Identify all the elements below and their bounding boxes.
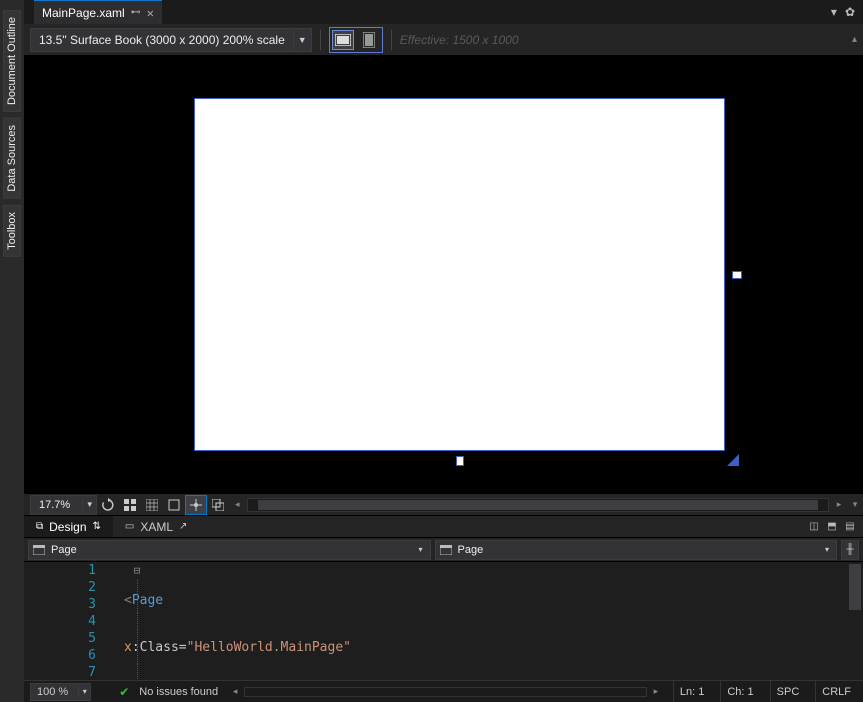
scroll-right-icon[interactable]: ▸ [649,686,663,697]
line-number: 6 [24,647,96,664]
refresh-icon[interactable] [97,495,119,515]
crumb-left[interactable]: Page ▾ [28,540,431,560]
artboard-page[interactable] [194,98,725,451]
horizontal-scrollbar[interactable] [247,498,829,512]
toolbox-tab[interactable]: Toolbox [3,205,21,257]
designer-toolbar: 13.5" Surface Book (3000 x 2000) 200% sc… [24,24,863,56]
close-icon[interactable]: ✕ [147,6,154,20]
xaml-label: XAML [140,520,173,534]
designer-splitter-bar: ⧉ Design ⇅ ▭ XAML ↗ ◫ ⬒ ▤ [24,515,863,538]
gear-icon[interactable]: ✿ [845,5,855,19]
fold-toggle-icon[interactable]: ⊟ [130,562,144,579]
grid-icon[interactable] [119,495,141,515]
zoom-dropdown[interactable]: 17.7% ▼ [30,495,97,515]
xaml-crumb-bar: Page ▾ Page ▾ ╫ [24,538,863,562]
scrollbar-track[interactable] [244,687,647,697]
design-label: Design [49,520,86,534]
separator [320,30,321,50]
design-footer-toolbar: 17.7% ▼ ◂ ▸ ▾ [24,493,863,515]
portrait-button[interactable] [358,30,380,50]
crumb-right-text: Page [454,544,821,556]
code-content[interactable]: <Page x:Class="HelloWorld.MainPage" xmln… [124,562,863,680]
resize-handle-east[interactable] [732,271,742,279]
fold-column: ⊟ [130,562,144,680]
effective-resolution-label: Effective: 1500 x 1000 [400,33,519,47]
resize-handle-south[interactable] [456,456,464,466]
line-number-gutter: 1 2 3 4 5 6 7 [24,562,124,680]
file-tab-title: MainPage.xaml [42,6,125,20]
split-editor-icon[interactable]: ╫ [841,540,859,560]
line-number: 4 [24,613,96,630]
vertical-split-icon[interactable]: ◫ [805,518,823,536]
crumb-right[interactable]: Page ▾ [435,540,838,560]
effects-icon[interactable] [163,495,185,515]
scrollbar-thumb[interactable] [258,500,818,510]
separator [391,30,392,50]
horizontal-split-icon[interactable]: ⬒ [823,518,841,536]
scroll-up-icon[interactable]: ▴ [852,34,857,45]
collapse-pane-icon[interactable]: ▤ [841,518,859,536]
editor-horizontal-scrollbar[interactable]: ◂ ▸ [228,686,663,698]
code-editor[interactable]: 1 2 3 4 5 6 7 ⊟ <Page x:Class="HelloWorl… [24,562,863,680]
editor-zoom-value: 100 % [31,686,78,698]
zoom-value: 17.7% [31,499,82,511]
scroll-down-icon[interactable]: ▾ [847,499,863,510]
device-dropdown-text: 13.5" Surface Book (3000 x 2000) 200% sc… [31,33,293,47]
editor-vertical-scrollbar[interactable] [847,562,863,680]
scroll-left-icon[interactable]: ◂ [228,686,242,697]
xaml-icon: ▭ [125,521,134,532]
snap-grid-icon[interactable] [141,495,163,515]
issues-label[interactable]: No issues found [139,686,218,698]
crumb-left-text: Page [47,544,414,556]
snap-lines-icon[interactable] [185,495,207,515]
document-outline-tab[interactable]: Document Outline [3,10,21,112]
design-canvas[interactable] [24,56,863,493]
left-tool-rail: Document Outline Data Sources Toolbox [0,0,24,702]
design-pane-tab[interactable]: ⧉ Design ⇅ [24,516,113,537]
line-number: 5 [24,630,96,647]
page-icon [438,543,454,557]
indent-indicator[interactable]: SPC [770,681,806,702]
line-number: 7 [24,664,96,680]
chevron-down-icon[interactable]: ▼ [293,29,311,51]
check-icon: ✔ [119,685,129,699]
data-sources-tab[interactable]: Data Sources [3,118,21,199]
chevron-down-icon[interactable]: ▾ [78,687,90,696]
chevron-down-icon[interactable]: ▾ [820,545,834,554]
chevron-down-icon[interactable]: ▼ [82,500,96,509]
swap-panes-icon[interactable]: ⇅ [93,521,101,532]
device-dropdown[interactable]: 13.5" Surface Book (3000 x 2000) 200% sc… [30,28,312,52]
popout-icon[interactable]: ↗ [179,521,187,532]
xaml-pane-tab[interactable]: ▭ XAML ↗ [113,516,200,537]
scroll-right-icon[interactable]: ▸ [831,499,847,510]
status-bar: 100 % ▾ ✔ No issues found ◂ ▸ Ln: 1 Ch: … [24,680,863,702]
line-number: 1 [24,562,96,579]
editor-zoom-dropdown[interactable]: 100 % ▾ [30,683,91,701]
orientation-group [329,27,383,53]
artboard-toggle-icon[interactable] [207,495,229,515]
file-tab-strip: MainPage.xaml ⊷ ✕ ▾ ✿ [24,0,863,24]
chevron-down-icon[interactable]: ▾ [414,545,428,554]
pin-icon[interactable]: ⊷ [131,7,141,18]
eol-indicator[interactable]: CRLF [815,681,857,702]
window-dropdown-icon[interactable]: ▾ [831,5,837,19]
line-number: 3 [24,596,96,613]
column-indicator[interactable]: Ch: 1 [720,681,759,702]
scroll-left-icon[interactable]: ◂ [229,499,245,510]
file-tab-mainpage[interactable]: MainPage.xaml ⊷ ✕ [34,0,162,24]
landscape-button[interactable] [332,30,354,50]
line-number: 2 [24,579,96,596]
resize-handle-southeast[interactable] [727,454,739,466]
scrollbar-thumb[interactable] [849,564,861,610]
line-indicator[interactable]: Ln: 1 [673,681,710,702]
design-icon: ⧉ [36,521,43,532]
page-icon [31,543,47,557]
